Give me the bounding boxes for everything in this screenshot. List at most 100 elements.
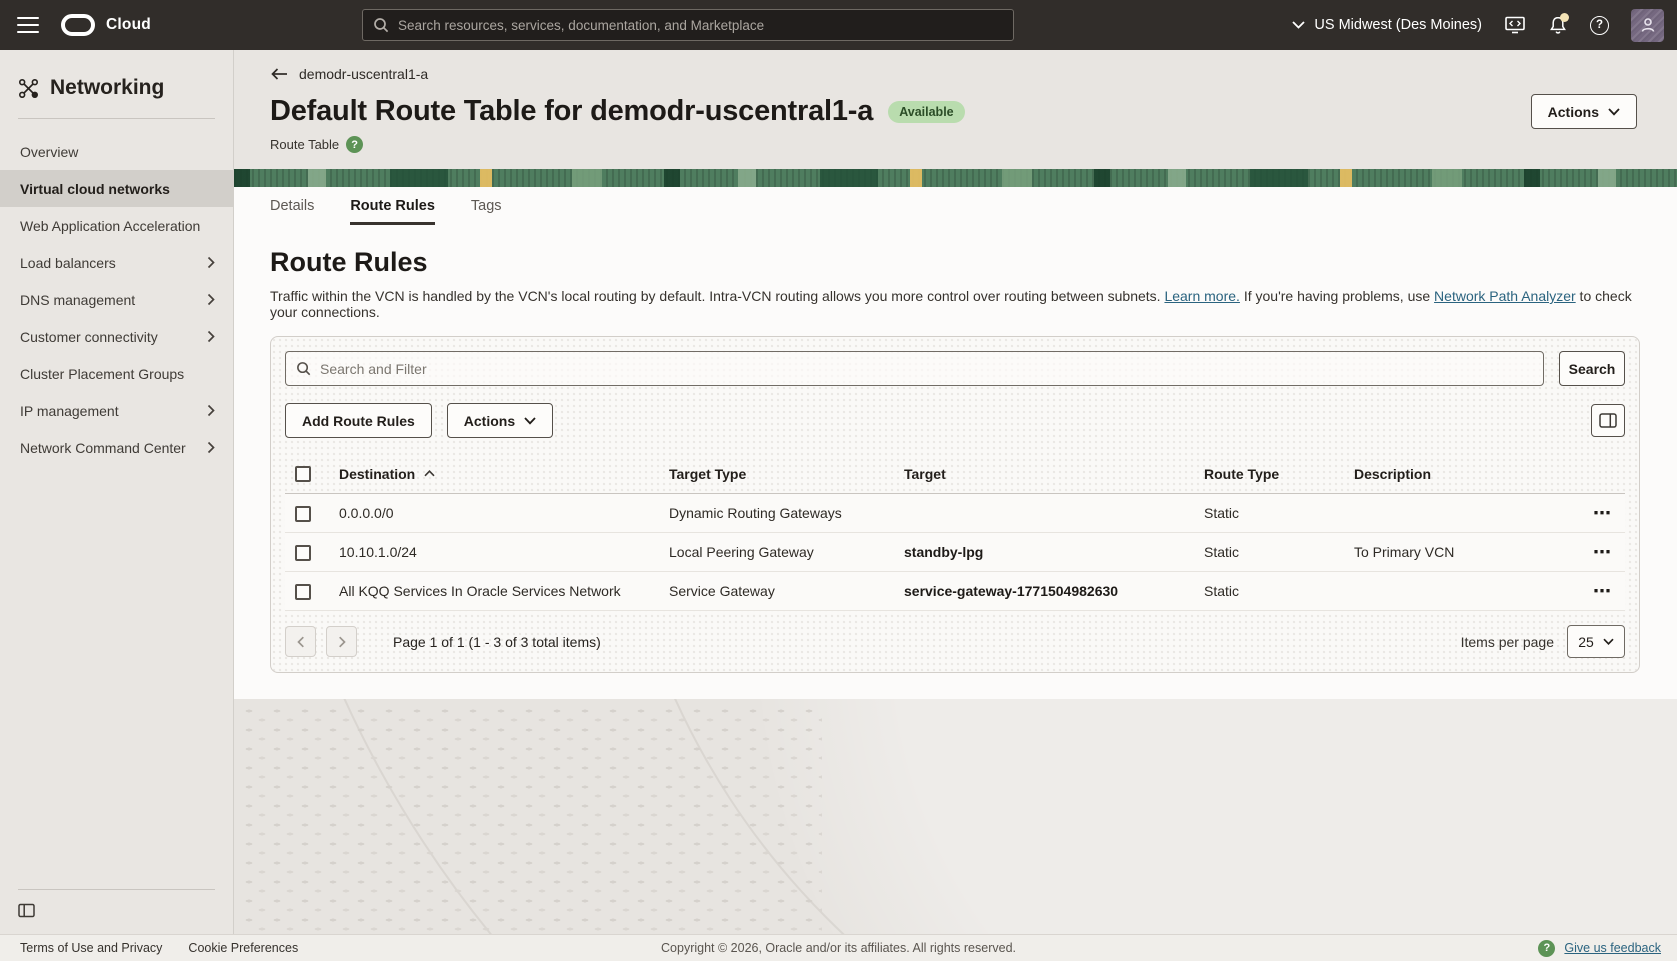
cell-route-type: Static bbox=[1194, 572, 1344, 611]
content-area: Details Route Rules Tags Route Rules Tra… bbox=[234, 187, 1677, 699]
brand-label: Cloud bbox=[106, 16, 151, 34]
column-header-route-type[interactable]: Route Type bbox=[1194, 459, 1344, 494]
table-actions-button[interactable]: Actions bbox=[447, 403, 553, 438]
tab-details[interactable]: Details bbox=[270, 198, 314, 225]
row-actions-button[interactable]: ⋯ bbox=[1593, 582, 1612, 600]
feedback-help-icon: ? bbox=[1538, 940, 1555, 957]
table-row: All KQQ Services In Oracle Services Netw… bbox=[285, 572, 1625, 611]
breadcrumb: demodr-uscentral1-a bbox=[270, 66, 1637, 82]
sidebar-title: Networking bbox=[50, 76, 164, 100]
row-checkbox[interactable] bbox=[295, 584, 311, 600]
top-bar: Cloud US Midwest (Des Moines) bbox=[0, 0, 1677, 50]
row-actions-button[interactable]: ⋯ bbox=[1593, 543, 1612, 561]
sidebar-item-web-application-acceleration[interactable]: Web Application Acceleration bbox=[0, 207, 233, 244]
cell-target-type: Local Peering Gateway bbox=[659, 533, 894, 572]
back-arrow-icon[interactable] bbox=[270, 68, 288, 80]
tab-route-rules[interactable]: Route Rules bbox=[350, 198, 435, 225]
next-page-button[interactable] bbox=[326, 626, 357, 657]
chevron-right-icon bbox=[207, 256, 215, 269]
learn-more-link[interactable]: Learn more. bbox=[1164, 288, 1239, 304]
copyright-text: Copyright © 2026, Oracle and/or its affi… bbox=[661, 941, 1016, 955]
row-actions-button[interactable]: ⋯ bbox=[1593, 504, 1612, 522]
main-area: demodr-uscentral1-a Default Route Table … bbox=[234, 50, 1677, 934]
row-checkbox[interactable] bbox=[295, 545, 311, 561]
decorative-background bbox=[234, 699, 1677, 934]
cookie-preferences-link[interactable]: Cookie Preferences bbox=[188, 941, 298, 955]
cell-description: To Primary VCN bbox=[1344, 533, 1572, 572]
global-search-input[interactable] bbox=[398, 18, 1013, 33]
sidebar-item-virtual-cloud-networks[interactable]: Virtual cloud networks bbox=[0, 170, 233, 207]
table-header-row: Destination Target Type Target Route Typ… bbox=[285, 459, 1625, 494]
cell-target-type: Dynamic Routing Gateways bbox=[659, 494, 894, 533]
footer: Terms of Use and Privacy Cookie Preferen… bbox=[0, 934, 1677, 961]
collapse-sidebar-icon[interactable] bbox=[18, 903, 35, 918]
column-settings-icon bbox=[1599, 413, 1617, 428]
hamburger-menu-icon[interactable] bbox=[17, 17, 39, 33]
column-header-target-type[interactable]: Target Type bbox=[659, 459, 894, 494]
items-per-page-label: Items per page bbox=[1461, 634, 1554, 650]
global-search[interactable] bbox=[362, 9, 1014, 41]
cell-target: service-gateway-1771504982630 bbox=[894, 572, 1194, 611]
chevron-right-icon bbox=[207, 404, 215, 417]
column-header-actions bbox=[1572, 459, 1625, 494]
chevron-right-icon bbox=[207, 293, 215, 306]
cell-route-type: Static bbox=[1194, 533, 1344, 572]
chevron-down-icon bbox=[1603, 638, 1614, 645]
search-filter-field bbox=[285, 351, 1544, 386]
chevron-right-icon bbox=[207, 441, 215, 454]
breadcrumb-link[interactable]: demodr-uscentral1-a bbox=[299, 66, 428, 82]
oracle-logo-icon[interactable] bbox=[61, 14, 95, 36]
sidebar-item-overview[interactable]: Overview bbox=[0, 133, 233, 170]
column-header-description[interactable]: Description bbox=[1344, 459, 1572, 494]
cell-destination: 0.0.0.0/0 bbox=[329, 494, 659, 533]
cloud-shell-icon[interactable] bbox=[1504, 15, 1526, 35]
section-description: Traffic within the VCN is handled by the… bbox=[270, 288, 1640, 320]
network-path-analyzer-link[interactable]: Network Path Analyzer bbox=[1434, 288, 1576, 304]
search-icon bbox=[373, 17, 389, 33]
sidebar-nav: Overview Virtual cloud networks Web Appl… bbox=[0, 133, 233, 466]
actions-button[interactable]: Actions bbox=[1531, 94, 1637, 129]
user-avatar[interactable] bbox=[1631, 9, 1664, 42]
sidebar-item-customer-connectivity[interactable]: Customer connectivity bbox=[0, 318, 233, 355]
top-bar-actions: US Midwest (Des Moines) ? bbox=[1292, 0, 1664, 50]
cell-target: standby-lpg bbox=[894, 533, 1194, 572]
terms-link[interactable]: Terms of Use and Privacy bbox=[20, 941, 162, 955]
prev-page-button[interactable] bbox=[285, 626, 316, 657]
tab-bar: Details Route Rules Tags bbox=[270, 195, 1640, 225]
region-selector[interactable]: US Midwest (Des Moines) bbox=[1292, 17, 1482, 33]
help-icon[interactable]: ? bbox=[1590, 16, 1609, 35]
column-settings-button[interactable] bbox=[1591, 404, 1625, 437]
chevron-down-icon bbox=[1292, 21, 1305, 29]
feedback-link[interactable]: Give us feedback bbox=[1564, 941, 1661, 955]
section-heading: Route Rules bbox=[270, 247, 1640, 278]
filter-input[interactable] bbox=[285, 351, 1544, 386]
resource-type-label: Route Table bbox=[270, 137, 339, 152]
column-header-destination[interactable]: Destination bbox=[329, 459, 659, 494]
sidebar-item-load-balancers[interactable]: Load balancers bbox=[0, 244, 233, 281]
sidebar-item-cluster-placement-groups[interactable]: Cluster Placement Groups bbox=[0, 355, 233, 392]
sidebar-item-dns-management[interactable]: DNS management bbox=[0, 281, 233, 318]
cell-description bbox=[1344, 494, 1572, 533]
cell-route-type: Static bbox=[1194, 494, 1344, 533]
page-header: demodr-uscentral1-a Default Route Table … bbox=[234, 50, 1677, 169]
pagination: Page 1 of 1 (1 - 3 of 3 total items) Ite… bbox=[285, 625, 1625, 658]
sidebar-item-network-command-center[interactable]: Network Command Center bbox=[0, 429, 233, 466]
route-table-help-icon[interactable]: ? bbox=[346, 136, 363, 153]
sidebar: Networking Overview Virtual cloud networ… bbox=[0, 50, 234, 934]
notifications-icon[interactable] bbox=[1548, 15, 1568, 35]
search-icon bbox=[296, 361, 311, 376]
column-header-target[interactable]: Target bbox=[894, 459, 1194, 494]
divider bbox=[18, 118, 215, 119]
table-row: 0.0.0.0/0 Dynamic Routing Gateways Stati… bbox=[285, 494, 1625, 533]
add-route-rules-button[interactable]: Add Route Rules bbox=[285, 403, 432, 438]
chevron-right-icon bbox=[207, 330, 215, 343]
search-button[interactable]: Search bbox=[1559, 351, 1625, 386]
route-rules-table: Destination Target Type Target Route Typ… bbox=[285, 459, 1625, 611]
pagination-label: Page 1 of 1 (1 - 3 of 3 total items) bbox=[393, 634, 601, 650]
sidebar-item-ip-management[interactable]: IP management bbox=[0, 392, 233, 429]
region-label: US Midwest (Des Moines) bbox=[1314, 17, 1482, 33]
row-checkbox[interactable] bbox=[295, 506, 311, 522]
tab-tags[interactable]: Tags bbox=[471, 198, 502, 225]
select-all-checkbox[interactable] bbox=[295, 466, 311, 482]
items-per-page-select[interactable]: 25 bbox=[1567, 625, 1625, 658]
